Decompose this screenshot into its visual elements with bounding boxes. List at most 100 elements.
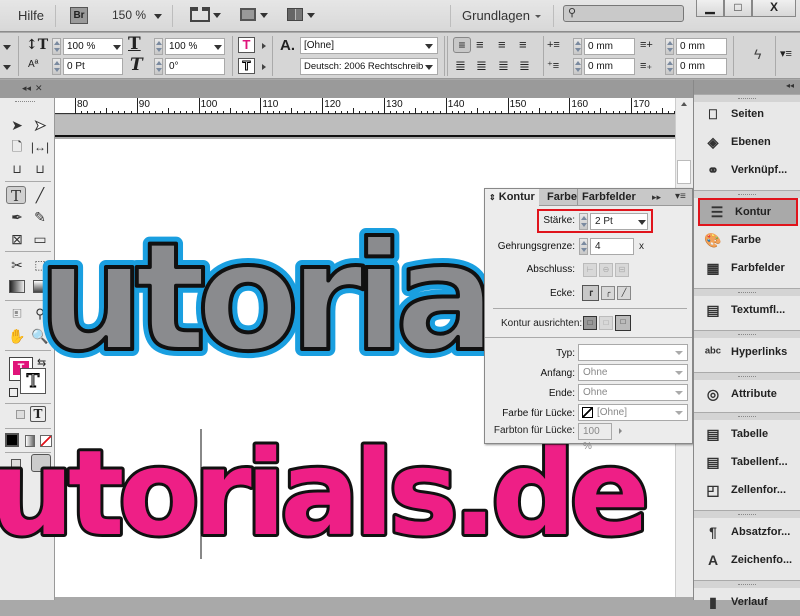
arrange-documents-icon[interactable] — [287, 8, 303, 21]
baseline-shift-stepper[interactable] — [52, 58, 61, 75]
dock-item-verknüpf[interactable]: ⚭ Verknüpf... — [694, 156, 800, 184]
tab-kontur[interactable]: ⇕ Kontur — [485, 189, 539, 207]
panel-group-grip[interactable] — [694, 288, 800, 296]
maximize-button[interactable]: □ — [724, 0, 752, 17]
projecting-cap-button[interactable]: ⊟ — [615, 263, 629, 277]
tab-farbe[interactable]: Farbe — [543, 189, 581, 206]
menu-help[interactable]: Hilfe — [18, 8, 44, 23]
round-join-button[interactable]: ╭ — [601, 286, 615, 300]
chevron-down-icon[interactable] — [3, 65, 11, 70]
last-line-indent-field[interactable]: 0 mm — [676, 58, 727, 75]
panel-menu-icon[interactable]: ▾≡ — [675, 191, 686, 202]
dock-item-hyperlinks[interactable]: ᵃᵇᶜ Hyperlinks — [694, 338, 800, 366]
panel-group-grip[interactable] — [694, 330, 800, 338]
chevron-down-icon[interactable] — [213, 13, 221, 18]
panel-menu-icon[interactable]: ▾≡ — [780, 46, 792, 62]
justify-center-button[interactable]: ≣ — [476, 58, 487, 74]
baseline-shift-field[interactable]: 0 Pt — [63, 58, 123, 75]
round-cap-button[interactable]: ⊖ — [599, 263, 613, 277]
chevron-down-icon[interactable] — [307, 13, 315, 18]
quick-apply-icon[interactable]: ϟ — [754, 46, 761, 62]
screen-mode-icon[interactable] — [240, 8, 256, 21]
dock-item-textumfl[interactable]: ▤ Textumfl... — [694, 296, 800, 324]
tab-farbfelder[interactable]: Farbfelder — [577, 189, 640, 206]
panel-grip[interactable] — [15, 101, 35, 103]
chevron-down-icon[interactable] — [260, 13, 268, 18]
chevron-down-icon[interactable] — [425, 65, 433, 70]
dock-item-farbfelder[interactable]: ▦ Farbfelder — [694, 254, 800, 282]
skew-field[interactable]: 0° — [165, 58, 225, 75]
character-style-select[interactable]: [Ohne] — [300, 37, 438, 54]
panel-group-grip[interactable] — [694, 190, 800, 198]
last-line-indent-stepper[interactable] — [665, 58, 674, 75]
panel-group-grip[interactable] — [694, 580, 800, 588]
horizontal-scale-stepper[interactable] — [154, 38, 163, 55]
left-indent-stepper[interactable] — [573, 38, 582, 55]
selection-tool-icon[interactable]: ➤ — [7, 116, 27, 134]
chevron-down-icon[interactable] — [425, 44, 433, 49]
chevron-right-icon[interactable] — [262, 64, 266, 70]
gehrung-field[interactable]: 4 — [590, 238, 634, 255]
butt-cap-button[interactable]: ⊢ — [583, 263, 597, 277]
anfang-select[interactable]: Ohne — [578, 364, 688, 381]
left-indent-field[interactable]: 0 mm — [584, 38, 635, 55]
justify-away-spine-button[interactable]: ≣ — [519, 58, 530, 74]
chevron-right-icon[interactable] — [619, 428, 622, 434]
dock-item-zellenfor[interactable]: ◰ Zellenfor... — [694, 476, 800, 504]
dock-item-attribute[interactable]: ◎ Attribute — [694, 380, 800, 408]
dock-item-verlauf[interactable]: ▮ Verlauf — [694, 588, 800, 616]
align-right-button[interactable]: ≡ — [498, 37, 506, 53]
close-button[interactable]: X — [752, 0, 796, 17]
close-icon[interactable]: ✕ — [35, 83, 43, 94]
dock-item-zeichenfo[interactable]: A Zeichenfo... — [694, 546, 800, 574]
workspace-switcher[interactable]: Grundlagen — [462, 8, 530, 23]
chevron-down-icon[interactable] — [214, 45, 222, 50]
expand-panels-icon[interactable]: ◂◂ — [786, 81, 794, 90]
dock-item-absatzfor[interactable]: ¶ Absatzfor... — [694, 518, 800, 546]
vertical-scale-stepper[interactable] — [52, 38, 61, 55]
collapse-panel-icon[interactable]: ▸▸ — [652, 192, 661, 203]
dock-item-farbe[interactable]: 🎨 Farbe — [694, 226, 800, 254]
fill-color-icon[interactable]: T — [238, 37, 255, 53]
direct-selection-tool-icon[interactable]: ➤ — [30, 116, 50, 134]
staerke-stepper[interactable] — [579, 213, 588, 230]
horizontal-ruler[interactable]: 8090100110120130140150160170180 — [55, 98, 750, 114]
gehrung-stepper[interactable] — [579, 238, 588, 255]
dock-item-tabellenf[interactable]: ▤ Tabellenf... — [694, 448, 800, 476]
skew-stepper[interactable] — [154, 58, 163, 75]
dock-item-tabelle[interactable]: ▤ Tabelle — [694, 420, 800, 448]
align-center-button[interactable]: ≡ — [476, 37, 484, 53]
typ-select[interactable] — [578, 344, 688, 361]
search-input[interactable]: ⚲ — [563, 5, 684, 22]
miter-join-button[interactable]: ┏ — [582, 285, 599, 301]
first-line-indent-stepper[interactable] — [573, 58, 582, 75]
minimize-button[interactable]: ▁ — [696, 0, 724, 17]
chevron-right-icon[interactable] — [262, 43, 266, 49]
bevel-join-button[interactable]: ╱ — [617, 286, 631, 300]
align-stroke-outside-button[interactable]: □ — [615, 315, 631, 331]
justify-all-button[interactable]: ≣ — [498, 58, 509, 74]
scroll-up-icon[interactable] — [681, 102, 687, 106]
chevron-down-icon[interactable] — [113, 45, 121, 50]
panel-group-grip[interactable] — [694, 372, 800, 380]
scrollbar-thumb[interactable] — [677, 160, 691, 184]
bridge-button[interactable]: Br — [70, 7, 88, 24]
chevron-down-icon[interactable] — [638, 220, 646, 225]
zoom-dropdown-icon[interactable] — [154, 14, 162, 19]
dock-item-seiten[interactable]: ⎕ Seiten — [694, 100, 800, 128]
zoom-level[interactable]: 150 % — [112, 8, 146, 22]
panel-group-grip[interactable] — [694, 412, 800, 420]
justify-left-button[interactable]: ≣ — [455, 58, 466, 74]
panel-group-grip[interactable] — [694, 510, 800, 518]
farbton-luecke-field[interactable]: 100 % — [578, 423, 612, 452]
chevron-down-icon[interactable] — [535, 15, 541, 18]
right-indent-stepper[interactable] — [665, 38, 674, 55]
align-left-button[interactable]: ≡ — [453, 37, 471, 53]
collapse-panels-icon[interactable]: ◂◂ — [22, 83, 31, 94]
first-line-indent-field[interactable]: 0 mm — [584, 58, 635, 75]
chevron-down-icon[interactable] — [3, 45, 11, 50]
align-stroke-center-button[interactable]: □ — [583, 316, 597, 330]
language-select[interactable]: Deutsch: 2006 Rechtschreib — [300, 58, 438, 75]
align-towards-spine-button[interactable]: ≡ — [519, 37, 527, 53]
align-stroke-inside-button[interactable]: □ — [599, 316, 613, 330]
